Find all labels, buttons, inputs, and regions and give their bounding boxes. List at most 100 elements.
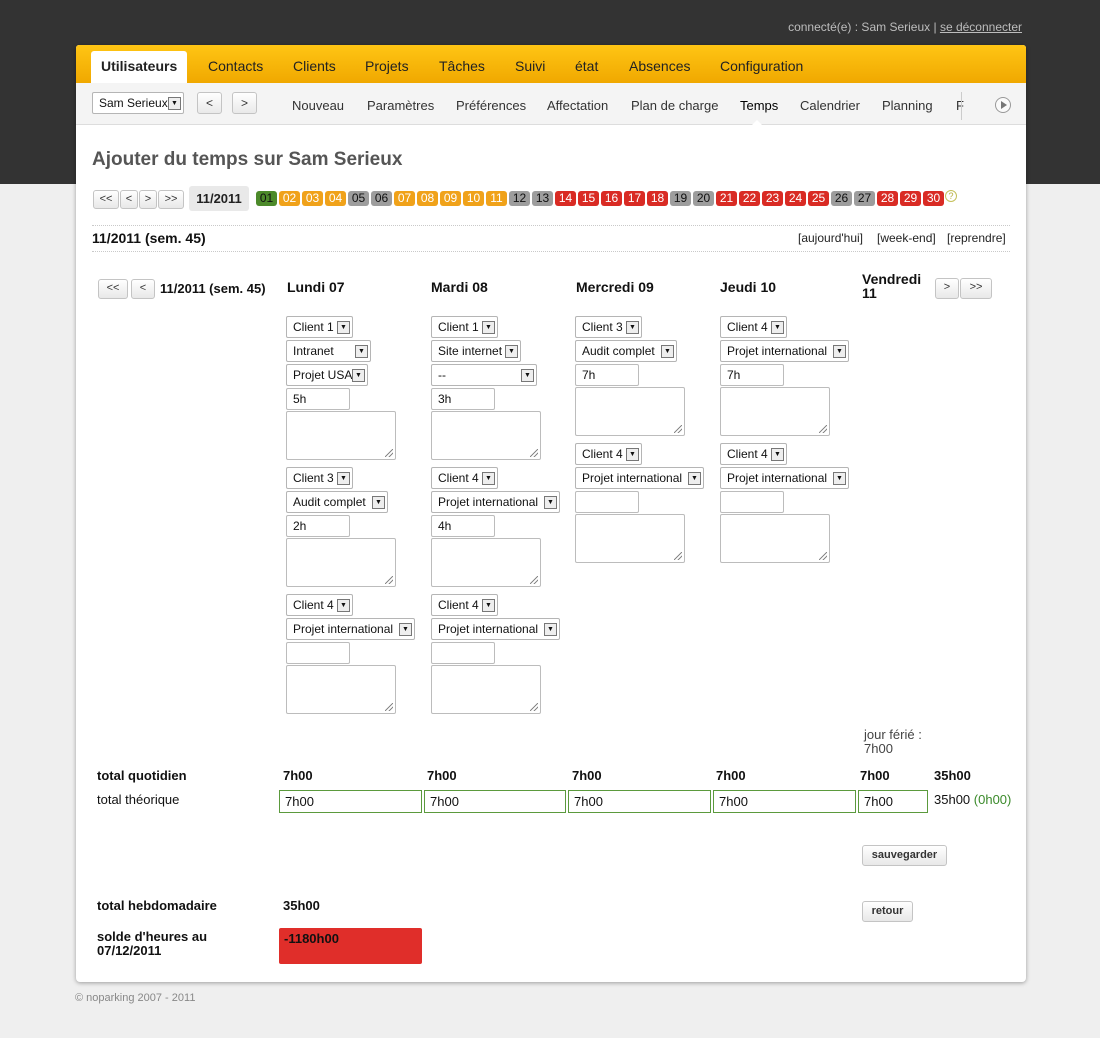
tab-configuration[interactable]: Configuration (720, 58, 803, 74)
day-link-04[interactable]: 04 (325, 191, 346, 206)
project-select[interactable]: Intranet ▼ (286, 340, 371, 362)
day-link-07[interactable]: 07 (394, 191, 415, 206)
comment-textarea[interactable] (286, 665, 396, 714)
comment-textarea[interactable] (431, 411, 541, 460)
tab-etat[interactable]: état (575, 58, 598, 74)
week-last-button[interactable]: >> (960, 278, 992, 299)
project-select[interactable]: Projet international ▼ (431, 618, 560, 640)
project-select[interactable]: Projet international ▼ (720, 467, 849, 489)
task-select[interactable]: Projet USA ▼ (286, 364, 368, 386)
client-select[interactable]: Client 4 ▼ (431, 467, 498, 489)
hours-input[interactable] (575, 491, 639, 513)
month-prev-button[interactable]: < (120, 190, 138, 209)
day-link-13[interactable]: 13 (532, 191, 553, 206)
subnav-calendrier[interactable]: Calendrier (800, 98, 860, 113)
task-select[interactable]: -- ▼ (431, 364, 537, 386)
project-select[interactable]: Site internet ▼ (431, 340, 521, 362)
hours-input[interactable] (431, 642, 495, 664)
project-select[interactable]: Projet international ▼ (431, 491, 560, 513)
hours-input[interactable]: 2h (286, 515, 350, 537)
hours-input[interactable] (720, 491, 784, 513)
day-link-25[interactable]: 25 (808, 191, 829, 206)
hours-input[interactable]: 7h (720, 364, 784, 386)
logout-link[interactable]: se déconnecter (940, 20, 1022, 34)
user-select[interactable]: Sam Serieux ▼ (92, 92, 184, 114)
tab-utilisateurs[interactable]: Utilisateurs (91, 51, 188, 83)
comment-textarea[interactable] (575, 387, 685, 436)
prev-user-button[interactable]: < (197, 92, 222, 114)
project-select[interactable]: Projet international ▼ (286, 618, 415, 640)
day-link-08[interactable]: 08 (417, 191, 438, 206)
day-link-29[interactable]: 29 (900, 191, 921, 206)
day-link-02[interactable]: 02 (279, 191, 300, 206)
weekend-link[interactable]: [week-end] (877, 231, 936, 245)
day-link-09[interactable]: 09 (440, 191, 461, 206)
day-link-05[interactable]: 05 (348, 191, 369, 206)
client-select[interactable]: Client 3 ▼ (575, 316, 642, 338)
day-link-18[interactable]: 18 (647, 191, 668, 206)
hours-input[interactable] (286, 642, 350, 664)
subnav-temps[interactable]: Temps (740, 98, 778, 113)
hours-input[interactable]: 5h (286, 388, 350, 410)
day-link-17[interactable]: 17 (624, 191, 645, 206)
week-prev-button[interactable]: < (131, 279, 155, 299)
back-button[interactable]: retour (862, 901, 913, 922)
today-link[interactable]: [aujourd'hui] (798, 231, 863, 245)
client-select[interactable]: Client 4 ▼ (286, 594, 353, 616)
client-select[interactable]: Client 4 ▼ (720, 443, 787, 465)
day-link-06[interactable]: 06 (371, 191, 392, 206)
day-link-01[interactable]: 01 (256, 191, 277, 206)
project-select[interactable]: Audit complet ▼ (286, 491, 388, 513)
comment-textarea[interactable] (575, 514, 685, 563)
day-link-10[interactable]: 10 (463, 191, 484, 206)
theoretical-input[interactable]: 7h00 (424, 790, 566, 813)
subnav-plan-de-charge[interactable]: Plan de charge (631, 98, 718, 113)
client-select[interactable]: Client 1 ▼ (286, 316, 353, 338)
save-button[interactable]: sauvegarder (862, 845, 947, 866)
hours-input[interactable]: 4h (431, 515, 495, 537)
comment-textarea[interactable] (286, 411, 396, 460)
week-next-button[interactable]: > (935, 278, 959, 299)
comment-textarea[interactable] (431, 665, 541, 714)
day-link-26[interactable]: 26 (831, 191, 852, 206)
day-link-14[interactable]: 14 (555, 191, 576, 206)
hours-input[interactable]: 3h (431, 388, 495, 410)
day-link-21[interactable]: 21 (716, 191, 737, 206)
theoretical-input[interactable]: 7h00 (713, 790, 856, 813)
project-select[interactable]: Audit complet ▼ (575, 340, 677, 362)
help-icon[interactable]: ? (945, 190, 957, 202)
tab-projets[interactable]: Projets (365, 58, 409, 74)
tab-suivi[interactable]: Suivi (515, 58, 545, 74)
subnav-planning[interactable]: Planning (882, 98, 933, 113)
day-link-27[interactable]: 27 (854, 191, 875, 206)
next-user-button[interactable]: > (232, 92, 257, 114)
comment-textarea[interactable] (720, 514, 830, 563)
subnav-nouveau[interactable]: Nouveau (292, 98, 344, 113)
client-select[interactable]: Client 1 ▼ (431, 316, 498, 338)
subnav-parametres[interactable]: Paramètres (367, 98, 434, 113)
day-link-15[interactable]: 15 (578, 191, 599, 206)
week-first-button[interactable]: << (98, 279, 128, 299)
subnav-preferences[interactable]: Préférences (456, 98, 526, 113)
month-next-button[interactable]: > (139, 190, 157, 209)
client-select[interactable]: Client 4 ▼ (431, 594, 498, 616)
client-select[interactable]: Client 4 ▼ (575, 443, 642, 465)
comment-textarea[interactable] (720, 387, 830, 436)
day-link-22[interactable]: 22 (739, 191, 760, 206)
theoretical-input[interactable]: 7h00 (858, 790, 928, 813)
tab-taches[interactable]: Tâches (439, 58, 485, 74)
day-link-28[interactable]: 28 (877, 191, 898, 206)
day-link-12[interactable]: 12 (509, 191, 530, 206)
day-link-20[interactable]: 20 (693, 191, 714, 206)
day-link-24[interactable]: 24 (785, 191, 806, 206)
day-link-11[interactable]: 11 (486, 191, 507, 206)
resume-link[interactable]: [reprendre] (947, 231, 1006, 245)
day-link-30[interactable]: 30 (923, 191, 944, 206)
day-link-23[interactable]: 23 (762, 191, 783, 206)
client-select[interactable]: Client 4 ▼ (720, 316, 787, 338)
subnav-affectation[interactable]: Affectation (547, 98, 608, 113)
theoretical-input[interactable]: 7h00 (568, 790, 711, 813)
comment-textarea[interactable] (431, 538, 541, 587)
month-last-button[interactable]: >> (158, 190, 184, 209)
theoretical-input[interactable]: 7h00 (279, 790, 422, 813)
